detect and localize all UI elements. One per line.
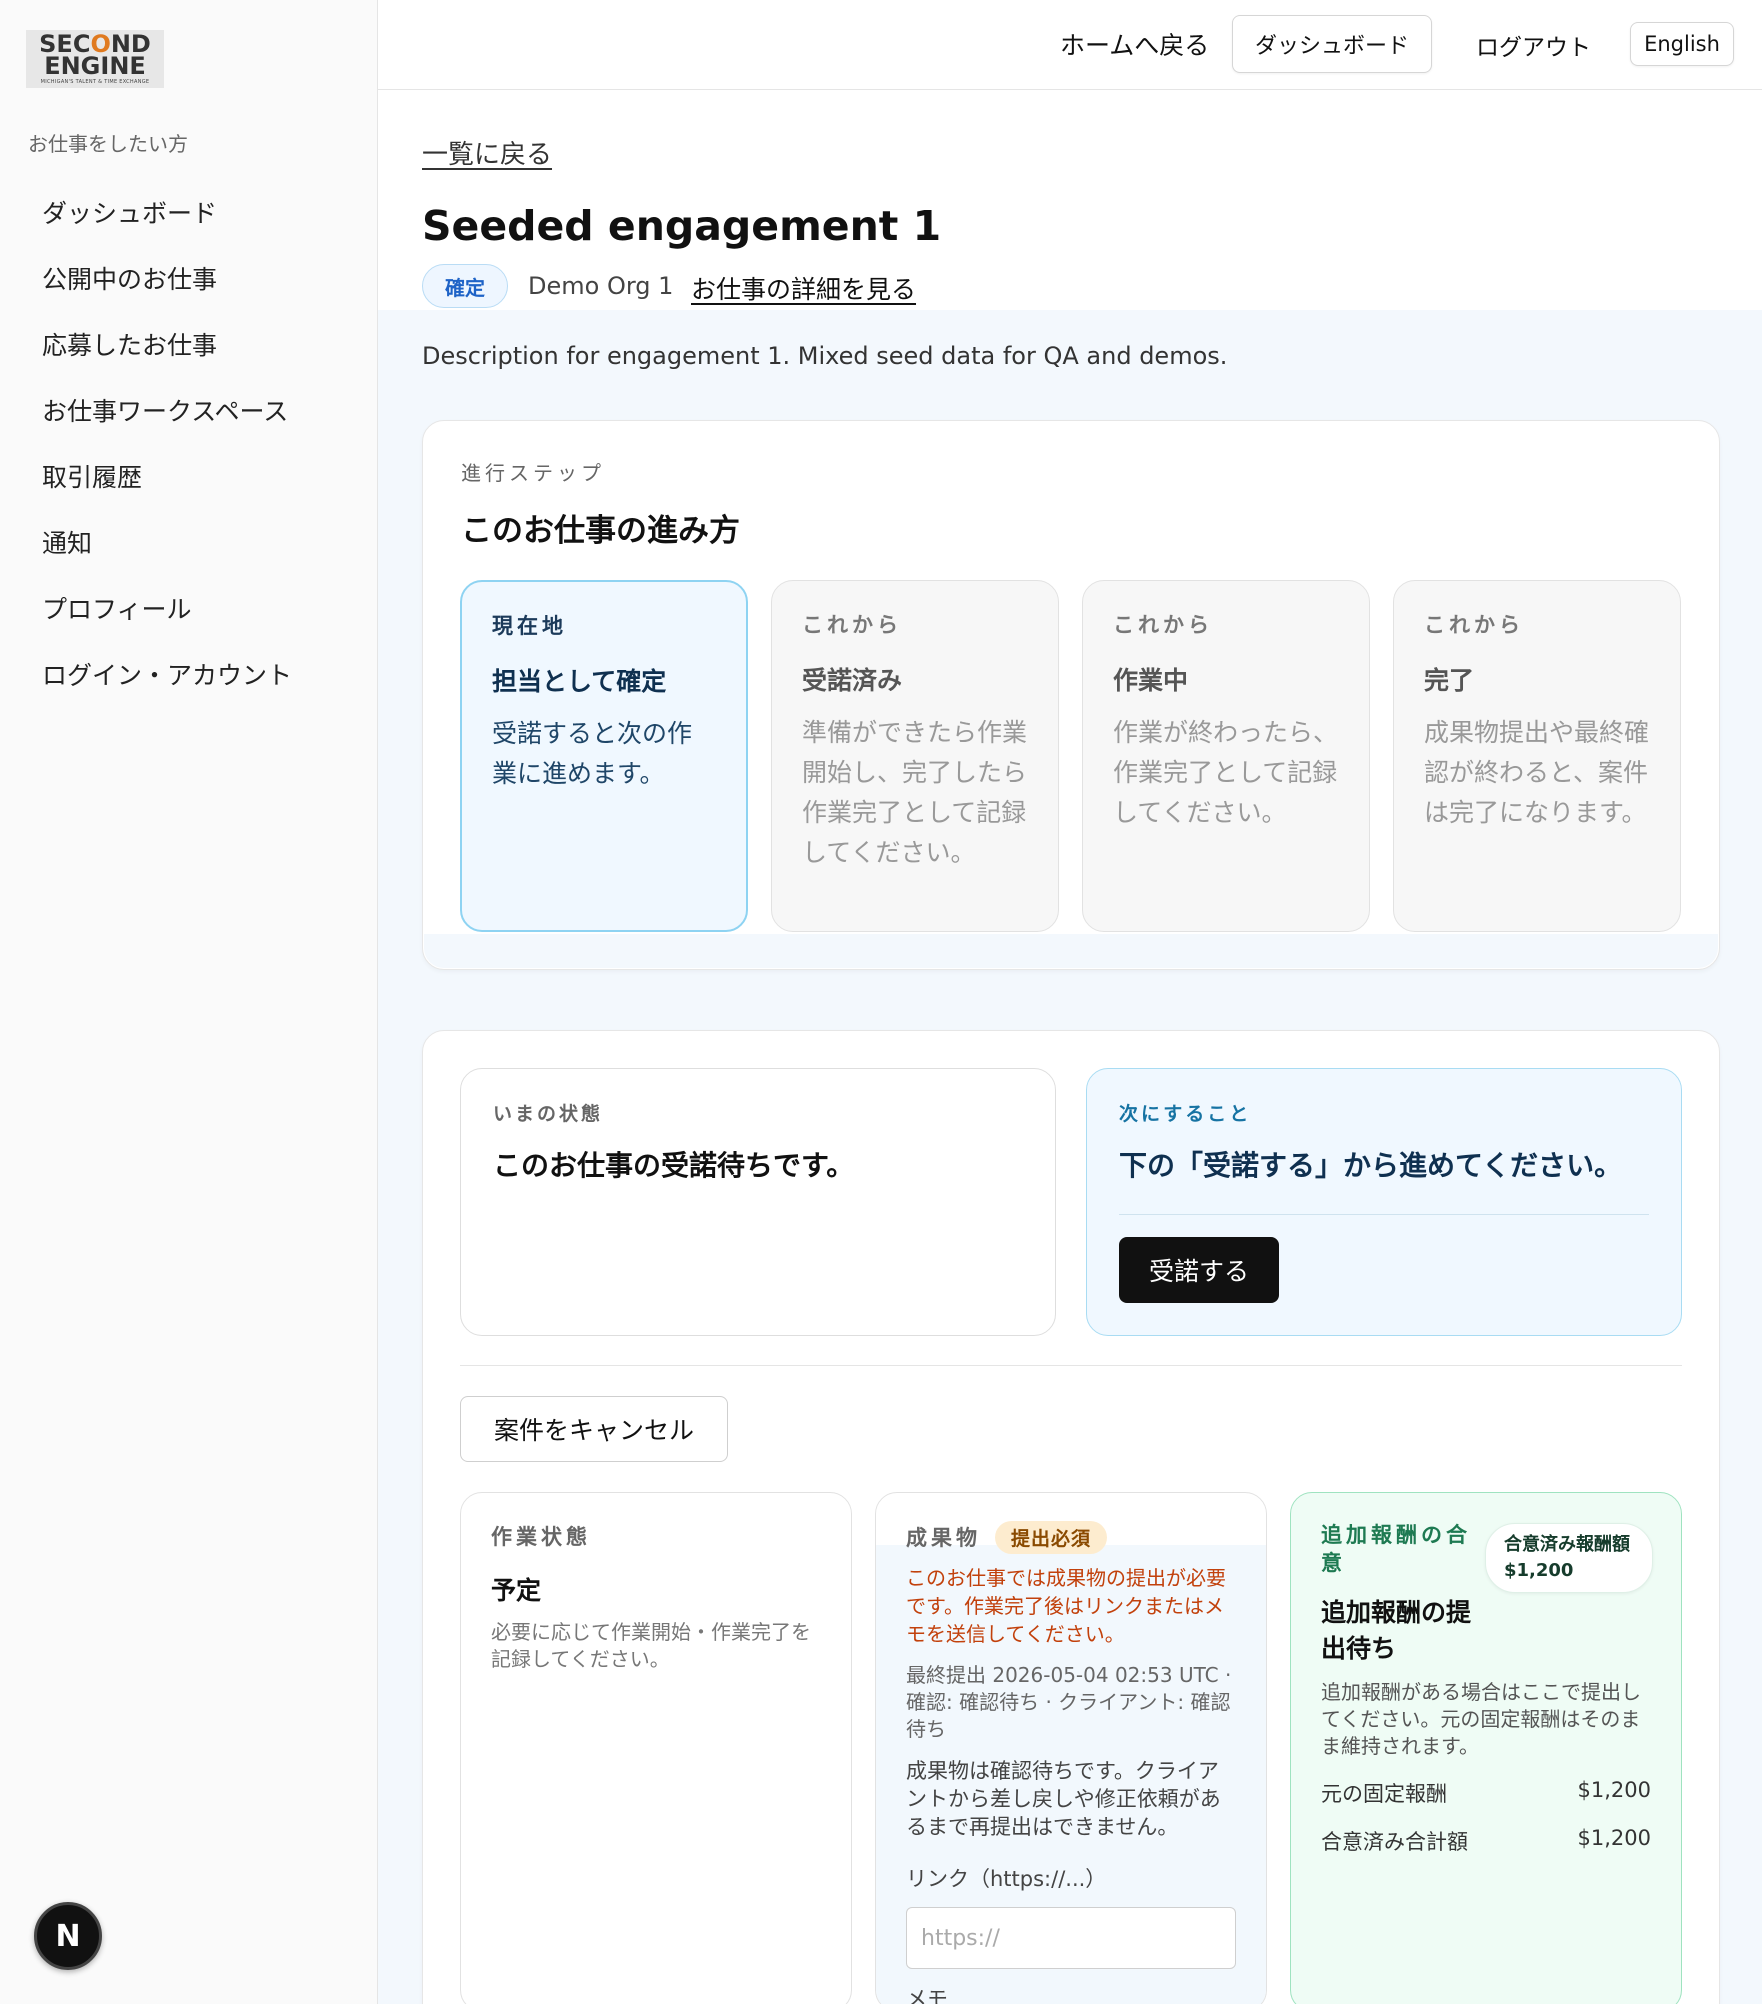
work-status-note: 必要に応じて作業開始・作業完了を記録してください。: [491, 1620, 811, 1671]
progress-eyebrow: 進行ステップ: [461, 461, 605, 485]
step-description: 作業が終わったら、作業完了として記録してください。: [1113, 718, 1339, 827]
amount-label: 合意済み合計額: [1321, 1830, 1468, 1854]
brand-logo[interactable]: SECOND ENGINE MICHIGAN'S TALENT & TIME E…: [26, 30, 164, 88]
deliverable-warning: このお仕事では成果物の提出が必要です。作業完了後はリンクまたはメモを送信してくだ…: [906, 1566, 1226, 1646]
step-title: 完了: [1424, 666, 1475, 695]
work-status-eyebrow: 作業状態: [491, 1525, 591, 1549]
top-bar: ホームへ戻る ダッシュボード ログアウト English: [378, 0, 1762, 90]
amount-row-original: 元の固定報酬 $1,200: [1321, 1778, 1651, 1808]
deliverable-meta: 最終提出 2026-05-04 02:53 UTC · 確認: 確認待ち · ク…: [906, 1663, 1232, 1741]
step-description: 準備ができたら作業開始し、完了したら作業完了として記録してください。: [802, 718, 1028, 867]
sidebar-item-dashboard[interactable]: ダッシュボード: [42, 196, 292, 262]
progress-card-footer: [424, 934, 1718, 968]
sidebar-item-workspace[interactable]: お仕事ワークスペース: [42, 394, 292, 460]
work-status-value: 予定: [491, 1576, 542, 1605]
current-state-box: いまの状態 このお仕事の受諾待ちです。: [460, 1068, 1056, 1336]
deliverable-eyebrow: 成果物: [906, 1526, 981, 1550]
accept-button[interactable]: 受諾する: [1119, 1237, 1279, 1303]
current-state-eyebrow: いまの状態: [493, 1103, 604, 1125]
language-toggle-button[interactable]: English: [1630, 22, 1734, 66]
sidebar-item-account[interactable]: ログイン・アカウント: [42, 658, 292, 724]
amount-label: 元の固定報酬: [1321, 1782, 1447, 1806]
step-confirmed: 現在地 担当として確定 受諾すると次の作業に進めます。: [460, 580, 748, 932]
step-eyebrow: これから: [1424, 613, 1524, 637]
sidebar-item-profile[interactable]: プロフィール: [42, 592, 292, 658]
next-action-box: 次にすること 下の「受諾する」から進めてください。 受諾する: [1086, 1068, 1682, 1336]
job-detail-link[interactable]: お仕事の詳細を見る: [691, 270, 916, 306]
org-name: Demo Org 1: [528, 272, 674, 300]
sidebar-nav: ダッシュボード 公開中のお仕事 応募したお仕事 お仕事ワークスペース 取引履歴 …: [42, 196, 292, 724]
page-title: Seeded engagement 1: [422, 202, 942, 250]
required-badge: 提出必須: [995, 1521, 1108, 1554]
cancel-engagement-button[interactable]: 案件をキャンセル: [460, 1396, 728, 1462]
step-description: 成果物提出や最終確認が終わると、案件は完了になります。: [1424, 718, 1650, 827]
step-in-progress: これから 作業中 作業が終わったら、作業完了として記録してください。: [1082, 580, 1370, 932]
link-input[interactable]: [906, 1907, 1236, 1969]
amount-value: $1,200: [1577, 1778, 1651, 1802]
logout-link[interactable]: ログアウト: [1476, 28, 1591, 62]
deliverable-header: 成果物 提出必須: [906, 1521, 1236, 1554]
progress-title: このお仕事の進み方: [461, 513, 740, 549]
next-action-text: 下の「受諾する」から進めてください。: [1119, 1149, 1623, 1182]
step-eyebrow: これから: [802, 613, 902, 637]
divider: [1119, 1214, 1649, 1215]
back-to-list-link[interactable]: 一覧に戻る: [422, 134, 552, 171]
sidebar-item-applied-jobs[interactable]: 応募したお仕事: [42, 328, 292, 394]
deliverable-review-note: 成果物は確認待ちです。クライアントから差し戻しや修正依頼があるまで再提出はできま…: [906, 1759, 1221, 1839]
agreed-amount-badge: 合意済み報酬額 $1,200: [1485, 1523, 1653, 1593]
extra-pay-title: 追加報酬の提出待ち: [1321, 1598, 1472, 1663]
sidebar-item-notifications[interactable]: 通知: [42, 526, 292, 592]
dashboard-button[interactable]: ダッシュボード: [1232, 15, 1432, 73]
divider: [460, 1365, 1682, 1366]
work-status-card: 作業状態 予定 必要に応じて作業開始・作業完了を記録してください。: [460, 1492, 852, 2004]
sidebar-heading: お仕事をしたい方: [28, 132, 188, 156]
amount-row-total: 合意済み合計額 $1,200: [1321, 1826, 1651, 1856]
sidebar-item-transactions[interactable]: 取引履歴: [42, 460, 292, 526]
extra-pay-note: 追加報酬がある場合はここで提出してください。元の固定報酬はそのまま維持されます。: [1321, 1680, 1641, 1758]
deliverable-card: 成果物 提出必須 このお仕事では成果物の提出が必要です。作業完了後はリンクまたはメ…: [875, 1492, 1267, 2004]
step-eyebrow: これから: [1113, 613, 1213, 637]
step-complete: これから 完了 成果物提出や最終確認が終わると、案件は完了になります。: [1393, 580, 1681, 932]
step-accepted: これから 受諾済み 準備ができたら作業開始し、完了したら作業完了として記録してく…: [771, 580, 1059, 932]
current-state-text: このお仕事の受諾待ちです。: [493, 1149, 855, 1182]
step-title: 受諾済み: [802, 666, 903, 695]
home-link[interactable]: ホームへ戻る: [1060, 26, 1209, 62]
link-field-label: リンク（https://...）: [906, 1867, 1107, 1891]
step-eyebrow: 現在地: [492, 614, 567, 638]
step-title: 作業中: [1113, 666, 1189, 695]
status-badge: 確定: [422, 264, 508, 308]
dev-tools-button[interactable]: N: [34, 1902, 102, 1970]
extra-pay-card: 追加報酬の合意 合意済み報酬額 $1,200 追加報酬の提出待ち 追加報酬がある…: [1290, 1492, 1682, 2004]
step-title: 担当として確定: [492, 667, 667, 696]
step-description: 受諾すると次の作業に進めます。: [492, 719, 693, 788]
memo-field-label: メモ: [906, 1987, 948, 2004]
sidebar-item-open-jobs[interactable]: 公開中のお仕事: [42, 262, 292, 328]
sidebar: SECOND ENGINE MICHIGAN'S TALENT & TIME E…: [0, 0, 378, 2004]
extra-pay-eyebrow: 追加報酬の合意: [1321, 1523, 1471, 1575]
amount-value: $1,200: [1577, 1826, 1651, 1850]
next-action-eyebrow: 次にすること: [1119, 1103, 1252, 1125]
job-description: Description for engagement 1. Mixed seed…: [422, 342, 1228, 370]
